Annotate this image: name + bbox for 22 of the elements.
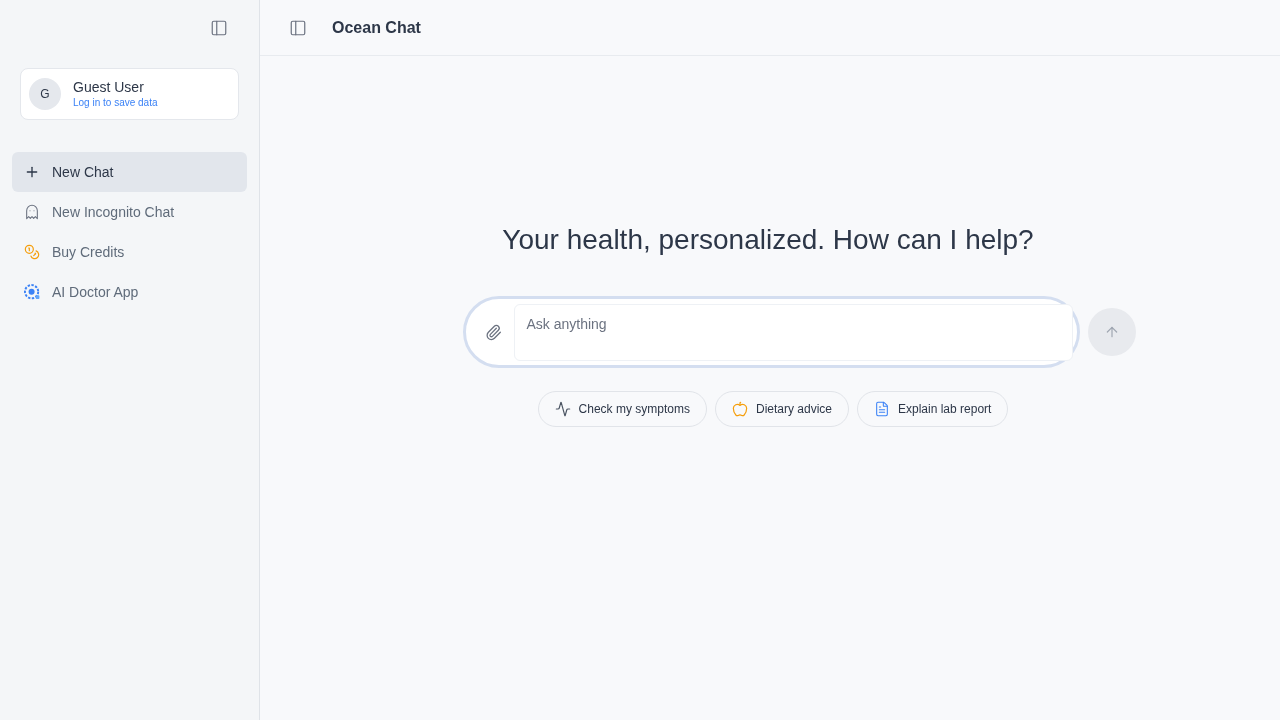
- message-input[interactable]: Ask anything: [513, 303, 1073, 361]
- suggestion-chip[interactable]: Explain lab report: [857, 391, 1009, 427]
- sidebar-item[interactable]: AI Doctor App: [12, 272, 247, 312]
- sidebar-item[interactable]: New Chat: [12, 152, 247, 192]
- user-name: Guest User: [73, 78, 145, 96]
- paperclip-icon: [485, 323, 502, 341]
- sidebar-panel-icon: [210, 19, 228, 37]
- login-link[interactable]: Log in to save data: [73, 96, 158, 110]
- ghost-icon: [24, 204, 40, 220]
- sidebar-panel-icon: [289, 18, 307, 37]
- suggestion-chip[interactable]: Dietary advice: [714, 391, 849, 427]
- suggestion-chip[interactable]: Check my symptoms: [537, 391, 707, 427]
- welcome-heading: Your health, personalized. How can I help?: [502, 223, 1034, 257]
- document-icon: [874, 401, 890, 417]
- dotted-circle-icon: [24, 284, 40, 300]
- pulse-icon: [554, 401, 571, 417]
- apple-icon: [731, 401, 748, 417]
- coins-icon: [24, 244, 40, 260]
- sidebar-item[interactable]: New Incognito Chat: [12, 192, 247, 232]
- plus-icon: [24, 164, 40, 180]
- app-title: Ocean Chat: [332, 17, 421, 38]
- sidebar-item[interactable]: Buy Credits: [12, 232, 247, 272]
